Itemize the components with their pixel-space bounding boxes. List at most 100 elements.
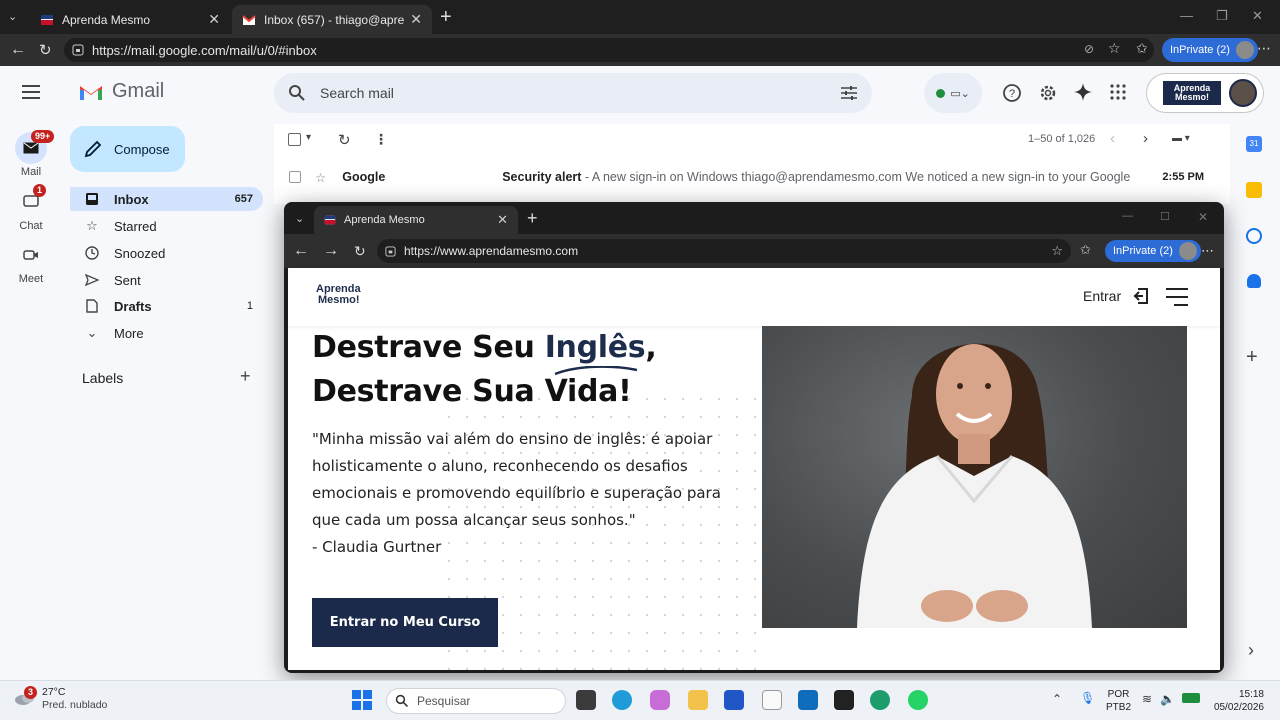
edge-icon[interactable] <box>612 690 632 710</box>
more-menu-icon[interactable]: ⋯ <box>1201 243 1214 259</box>
profile-avatar <box>1235 41 1254 59</box>
edge-dev-icon[interactable] <box>870 690 890 710</box>
select-dropdown-icon[interactable]: ▾ <box>306 132 311 143</box>
more-actions-icon[interactable]: ⋮ <box>374 131 388 148</box>
favorite-star-icon[interactable]: ☆ <box>1051 243 1063 259</box>
popup-url-bar[interactable]: https://www.aprendamesmo.com ☆ <box>377 239 1071 263</box>
contacts-app-icon[interactable] <box>1247 274 1261 288</box>
more-menu-icon[interactable]: ⋯ <box>1257 40 1271 57</box>
favorites-icon[interactable]: ✩ <box>1136 40 1148 57</box>
nav-snoozed[interactable]: Snoozed <box>70 241 263 265</box>
wifi-icon[interactable]: ≋ <box>1142 692 1152 706</box>
copilot-icon[interactable] <box>650 690 670 710</box>
expand-panel-icon[interactable]: › <box>1248 640 1254 661</box>
row-checkbox[interactable] <box>289 171 301 183</box>
input-language[interactable]: POR PTB2 <box>1106 688 1131 714</box>
file-explorer-icon[interactable] <box>688 690 708 710</box>
nav-starred[interactable]: ☆ Starred <box>70 214 263 238</box>
nav-more[interactable]: ⌄ More <box>70 321 263 345</box>
search-icon[interactable] <box>288 84 306 102</box>
sticky-notes-icon[interactable] <box>834 690 854 710</box>
close-window-icon[interactable]: ✕ <box>1198 210 1208 224</box>
compose-button[interactable]: Compose <box>70 126 185 172</box>
site-logo[interactable]: Aprenda Mesmo! <box>316 284 361 306</box>
notepad-icon[interactable] <box>762 690 782 710</box>
email-row[interactable]: ☆ Google Security alert - A new sign-in … <box>274 163 1230 191</box>
close-tab-icon[interactable]: ✕ <box>208 11 220 28</box>
next-page-icon[interactable]: › <box>1143 130 1148 147</box>
microphone-icon[interactable]: 🎙 <box>1080 691 1095 705</box>
send-icon <box>84 274 100 286</box>
close-window-icon[interactable]: ✕ <box>1252 8 1263 24</box>
calendar-app-icon[interactable]: 31 <box>1246 136 1262 152</box>
battery-icon[interactable] <box>1182 693 1200 703</box>
nav-sent[interactable]: Sent <box>70 268 263 292</box>
nav-inbox[interactable]: Inbox 657 <box>70 187 263 211</box>
back-icon[interactable]: ← <box>293 242 309 260</box>
hamburger-menu-icon[interactable] <box>1166 288 1188 306</box>
close-tab-icon[interactable]: ✕ <box>497 212 508 228</box>
volume-icon[interactable]: 🔈 <box>1160 692 1175 706</box>
star-icon[interactable]: ☆ <box>315 170 326 185</box>
popup-tab[interactable]: Aprenda Mesmo ✕ <box>314 206 518 234</box>
account-switcher[interactable]: Aprenda Mesmo! <box>1146 73 1264 113</box>
search-options-icon[interactable] <box>840 85 858 101</box>
prev-page-icon[interactable]: ‹ <box>1110 130 1115 147</box>
reload-icon[interactable]: ↻ <box>39 41 52 59</box>
tab-list-chevron-icon[interactable]: ⌄ <box>295 212 304 225</box>
add-addon-icon[interactable]: + <box>1246 346 1258 369</box>
new-tab-button[interactable]: + <box>440 6 452 29</box>
windows-start-icon[interactable] <box>352 690 372 710</box>
tab-list-chevron-icon[interactable]: ⌄ <box>8 10 17 23</box>
status-button[interactable]: ▭⌄ <box>924 73 982 113</box>
new-tab-button[interactable]: + <box>527 208 538 229</box>
minimize-icon[interactable]: — <box>1122 210 1133 222</box>
store-icon[interactable] <box>724 690 744 710</box>
search-input[interactable]: Search mail <box>320 85 394 101</box>
enter-course-button[interactable]: Entrar no Meu Curso <box>312 598 498 647</box>
inprivate-badge[interactable]: InPrivate (2) <box>1105 240 1201 262</box>
rail-chat[interactable]: 1 Chat <box>0 184 62 232</box>
login-icon[interactable] <box>1132 287 1150 305</box>
keep-app-icon[interactable] <box>1246 182 1262 198</box>
back-icon[interactable]: ← <box>10 41 26 59</box>
rail-mail[interactable]: 99+ Mail <box>0 130 62 178</box>
settings-gear-icon[interactable] <box>1038 83 1058 103</box>
weather-widget[interactable]: 3 27°C Pred. nublado <box>14 686 107 712</box>
reload-icon[interactable]: ↻ <box>354 243 366 260</box>
login-link[interactable]: Entrar <box>1083 288 1121 304</box>
favorites-icon[interactable]: ✩ <box>1080 242 1091 258</box>
maximize-icon[interactable]: ❐ <box>1216 8 1228 24</box>
nav-drafts[interactable]: Drafts 1 <box>70 294 263 318</box>
search-bar[interactable]: Search mail <box>274 73 872 113</box>
whatsapp-icon[interactable] <box>908 690 928 710</box>
url-bar[interactable]: https://mail.google.com/mail/u/0/#inbox <box>64 38 1154 62</box>
outlook-icon[interactable] <box>798 690 818 710</box>
show-hidden-icons-icon[interactable]: ⌃ <box>1052 692 1062 706</box>
gmail-logo[interactable]: Gmail <box>78 80 164 103</box>
tab-aprenda-mesmo[interactable]: Aprenda Mesmo ✕ <box>30 5 230 34</box>
tracking-icon[interactable]: ⊘ <box>1084 42 1094 56</box>
input-tools-icon[interactable]: ▬ ▾ <box>1172 133 1190 144</box>
google-apps-icon[interactable] <box>1110 84 1126 100</box>
site-header <box>288 268 1220 326</box>
chat-badge: 1 <box>33 184 47 197</box>
add-label-icon[interactable]: + <box>240 366 251 387</box>
taskbar-search[interactable]: Pesquisar <box>386 688 566 714</box>
forward-icon[interactable]: → <box>323 242 339 260</box>
close-tab-icon[interactable]: ✕ <box>410 11 422 28</box>
favorite-star-icon[interactable]: ☆ <box>1108 40 1121 57</box>
inprivate-badge[interactable]: InPrivate (2) <box>1162 38 1258 62</box>
clock[interactable]: 15:18 05/02/2026 <box>1212 688 1264 714</box>
maximize-icon[interactable]: ☐ <box>1160 210 1170 223</box>
select-all-checkbox[interactable] <box>288 133 301 146</box>
refresh-icon[interactable]: ↻ <box>338 131 351 149</box>
help-icon[interactable]: ? <box>1002 83 1022 103</box>
gemini-sparkle-icon[interactable] <box>1073 82 1093 102</box>
tab-gmail-inbox[interactable]: Inbox (657) - thiago@aprendamesmo.com ✕ <box>232 5 432 34</box>
task-view-icon[interactable] <box>576 690 596 710</box>
minimize-icon[interactable]: — <box>1180 8 1193 23</box>
rail-meet[interactable]: Meet <box>0 239 62 285</box>
pencil-icon <box>84 140 102 158</box>
tasks-app-icon[interactable] <box>1246 228 1262 244</box>
